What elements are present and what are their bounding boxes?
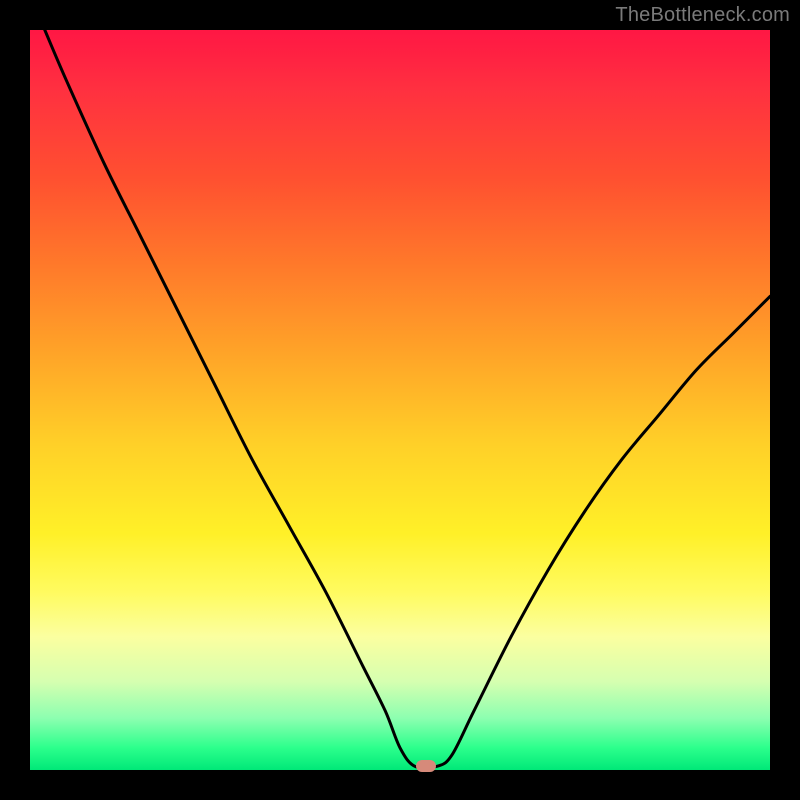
watermark-text: TheBottleneck.com (615, 4, 790, 27)
bottleneck-curve (30, 30, 770, 770)
chart-frame: TheBottleneck.com (0, 0, 800, 800)
chart-plot-area (30, 30, 770, 770)
optimum-marker (416, 760, 436, 772)
